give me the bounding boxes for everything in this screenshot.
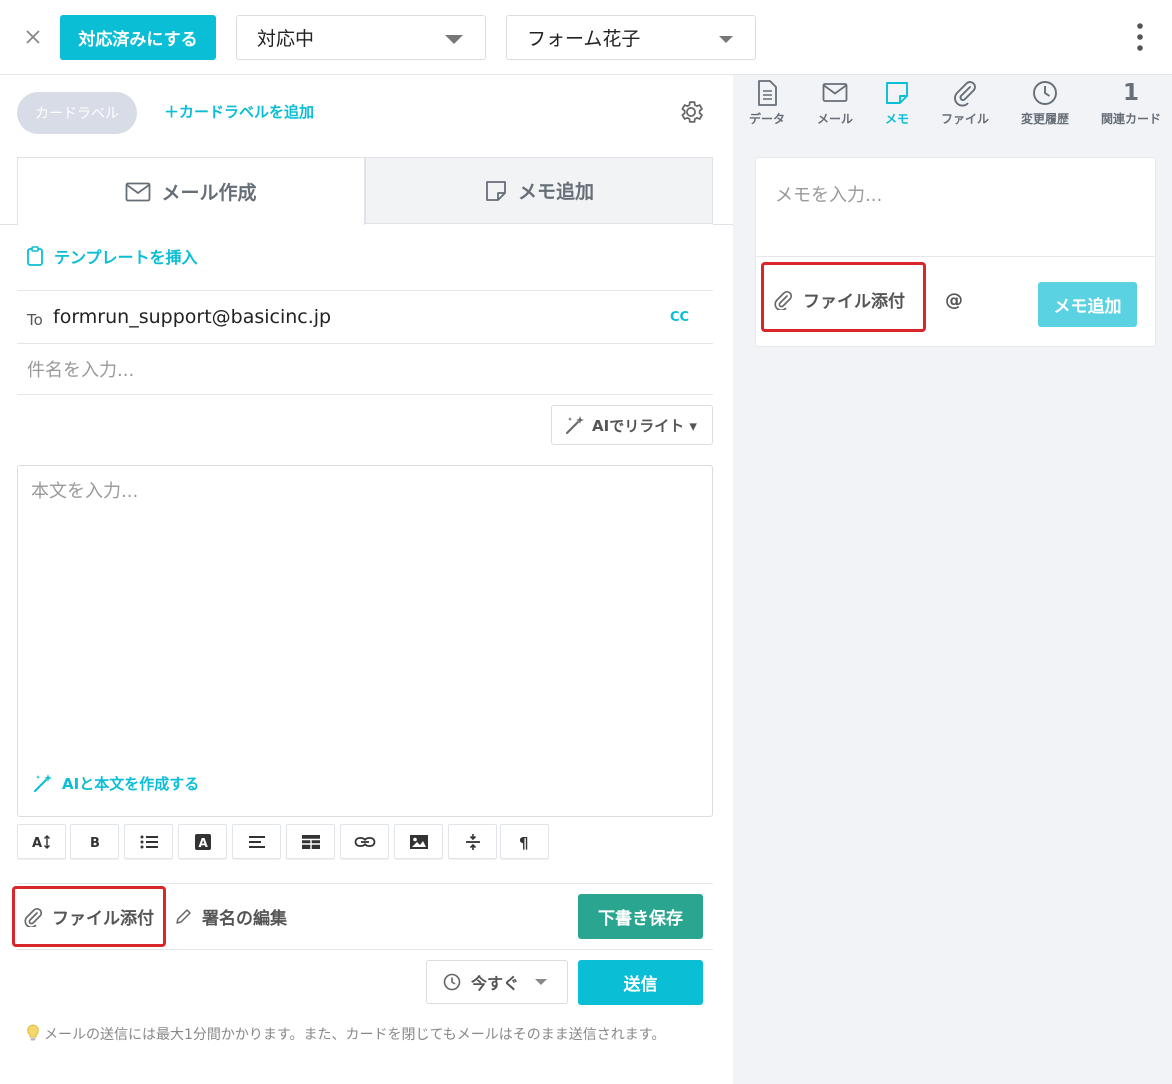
- send-timing-value: 今すぐ: [471, 974, 520, 993]
- magic-wand-icon: [32, 772, 54, 794]
- list-icon[interactable]: [124, 824, 173, 859]
- align-left-icon[interactable]: [232, 824, 281, 859]
- bold-button[interactable]: B: [70, 824, 119, 859]
- send-timing-select[interactable]: 今すぐ: [426, 960, 568, 1004]
- right-tab-history[interactable]: 変更履歴: [1017, 75, 1073, 127]
- card-label-chip[interactable]: カードラベル: [17, 92, 137, 134]
- save-draft-button[interactable]: 下書き保存: [578, 894, 703, 939]
- paragraph-icon[interactable]: ¶: [500, 824, 549, 859]
- right-tab-mail-label: メール: [816, 112, 853, 126]
- ai-compose-link[interactable]: AIと本文を作成する: [32, 772, 199, 794]
- svg-text:¶: ¶: [519, 834, 529, 851]
- divider: [755, 256, 1156, 257]
- tab-compose-label: メール作成: [161, 182, 257, 204]
- ai-rewrite-button[interactable]: AIでリライト ▾: [551, 405, 713, 445]
- divider: [17, 883, 713, 884]
- right-tab-memo[interactable]: メモ: [877, 75, 917, 127]
- divider: [17, 343, 713, 344]
- tab-divider: [713, 224, 733, 225]
- related-cards-count: 1: [1122, 80, 1139, 106]
- status-select[interactable]: 対応中: [236, 15, 486, 60]
- subject-input[interactable]: 件名を入力...: [27, 356, 707, 382]
- tab-divider: [0, 224, 17, 225]
- pencil-icon: [174, 908, 192, 926]
- right-tab-data[interactable]: データ: [745, 75, 789, 127]
- assignee-select[interactable]: フォーム花子: [506, 15, 756, 60]
- to-address-field[interactable]: formrun_support@basicinc.jp: [53, 306, 331, 328]
- memo-icon: [484, 179, 508, 203]
- send-notice: メールの送信には最大1分間かかります。また、カードを閉じてもメールはそのまま送信…: [26, 1024, 706, 1047]
- table-icon[interactable]: [286, 824, 335, 859]
- divider: [17, 290, 713, 291]
- memo-input[interactable]: メモを入力...: [775, 181, 882, 207]
- add-card-label-link[interactable]: ＋カードラベルを追加: [164, 101, 314, 122]
- body-textarea[interactable]: [17, 465, 713, 817]
- right-tab-data-label: データ: [748, 112, 785, 126]
- chevron-down-icon: [445, 35, 463, 44]
- send-notice-text: メールの送信には最大1分間かかります。また、カードを閉じてもメールはそのまま送信…: [44, 1027, 666, 1043]
- ai-rewrite-label: AIでリライト ▾: [592, 416, 697, 435]
- tab-add-memo[interactable]: メモ追加: [365, 157, 713, 224]
- gear-icon[interactable]: [677, 98, 705, 126]
- chevron-down-icon: [535, 979, 548, 985]
- insert-template-link[interactable]: テンプレートを挿入: [26, 244, 198, 268]
- image-icon[interactable]: [394, 824, 443, 859]
- svg-text:A: A: [32, 836, 42, 850]
- to-label: To: [27, 311, 43, 329]
- status-select-value: 対応中: [257, 28, 315, 50]
- paperclip-icon: [952, 79, 978, 107]
- right-tab-related-label: 関連カード: [1100, 112, 1161, 126]
- add-memo-button[interactable]: メモ追加: [1038, 282, 1137, 327]
- assignee-select-value: フォーム花子: [527, 28, 641, 50]
- right-tab-history-label: 変更履歴: [1020, 112, 1069, 126]
- mark-done-button[interactable]: 対応済みにする: [60, 15, 216, 60]
- edit-signature-label: 署名の編集: [202, 909, 287, 929]
- right-tab-related-cards[interactable]: 1 関連カード: [1097, 75, 1165, 127]
- tab-compose-mail[interactable]: メール作成: [17, 157, 365, 225]
- send-button[interactable]: 送信: [578, 960, 703, 1005]
- magic-wand-icon: [564, 414, 586, 436]
- right-tab-memo-label: メモ: [884, 112, 909, 126]
- top-bar: 対応済みにする 対応中 フォーム花子: [0, 0, 1172, 75]
- link-icon[interactable]: [340, 824, 389, 859]
- svg-text:A: A: [198, 836, 208, 850]
- highlight-box: [761, 262, 926, 332]
- clipboard-icon: [26, 246, 44, 266]
- font-size-button[interactable]: A: [17, 824, 66, 859]
- edit-signature-button[interactable]: 署名の編集: [174, 904, 287, 929]
- clock-icon: [443, 973, 461, 991]
- document-icon: [755, 79, 779, 107]
- memo-icon: [884, 79, 910, 107]
- lightbulb-icon: [26, 1024, 40, 1042]
- ai-compose-label: AIと本文を作成する: [62, 774, 200, 793]
- mail-icon: [125, 182, 151, 202]
- chevron-down-icon: [719, 36, 733, 43]
- right-tab-mail[interactable]: メール: [813, 75, 857, 127]
- divider: [17, 949, 713, 950]
- clock-icon: [1031, 79, 1059, 107]
- mail-icon: [822, 79, 848, 107]
- insert-template-label: テンプレートを挿入: [54, 248, 198, 267]
- close-icon[interactable]: [18, 22, 48, 52]
- right-tab-files[interactable]: ファイル: [937, 75, 993, 127]
- cc-button[interactable]: CC: [670, 310, 689, 325]
- body-placeholder: 本文を入力...: [31, 481, 139, 502]
- highlight-box: [12, 886, 166, 947]
- svg-text:B: B: [90, 836, 100, 850]
- more-menu-icon[interactable]: [1128, 20, 1152, 54]
- right-tab-files-label: ファイル: [940, 112, 989, 126]
- tab-memo-label: メモ追加: [517, 181, 594, 203]
- text-color-icon[interactable]: A: [178, 824, 227, 859]
- mention-button[interactable]: @: [945, 290, 963, 311]
- divider: [17, 394, 713, 395]
- line-height-icon[interactable]: [448, 824, 497, 859]
